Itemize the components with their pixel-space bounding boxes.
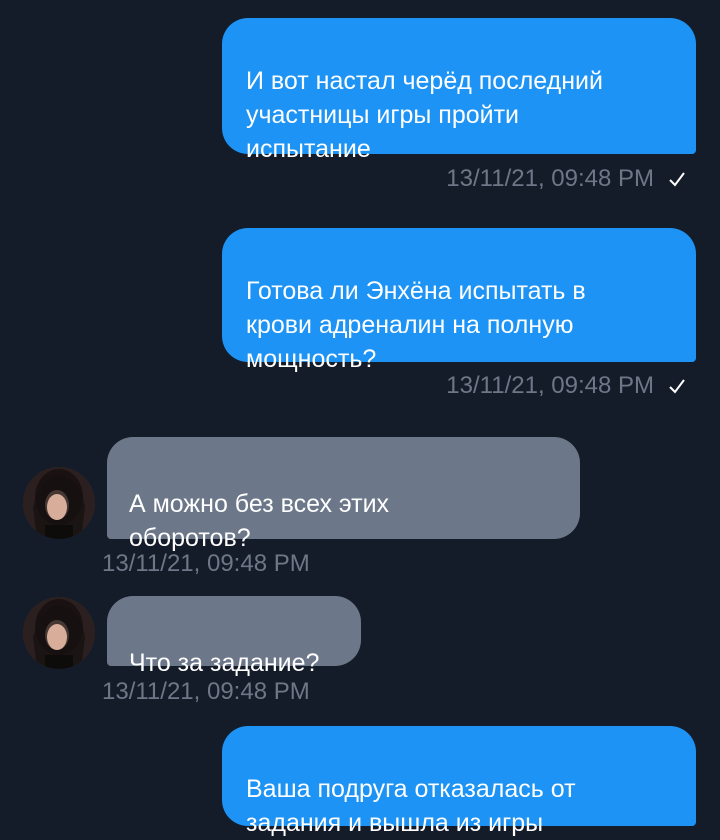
message-meta: 13/11/21, 09:48 PM <box>102 550 310 578</box>
avatar-photo <box>23 597 95 669</box>
message-meta: 13/11/21, 09:48 PM <box>102 678 310 706</box>
message-text: Готова ли Энхёна испытать в крови адрена… <box>246 277 586 373</box>
message-text: Ваша подруга отказалась от задания и выш… <box>246 775 576 837</box>
message-timestamp: 13/11/21, 09:48 PM <box>446 165 654 192</box>
avatar[interactable] <box>23 597 95 669</box>
incoming-message-bubble[interactable]: Что за задание? <box>107 596 361 677</box>
avatar[interactable] <box>23 467 95 539</box>
message-meta: 13/11/21, 09:48 PM <box>446 165 686 193</box>
message-meta: 13/11/21, 09:48 PM <box>446 372 686 400</box>
outgoing-message-bubble[interactable]: И вот настал черёд последний участницы и… <box>222 18 696 163</box>
check-icon <box>669 379 685 394</box>
avatar-photo <box>23 467 95 539</box>
message-timestamp: 13/11/21, 09:48 PM <box>446 372 654 399</box>
incoming-message-bubble[interactable]: А можно без всех этих оборотов? <box>107 437 580 552</box>
chat-thread[interactable]: И вот настал черёд последний участницы и… <box>0 0 720 837</box>
outgoing-message-bubble[interactable]: Готова ли Энхёна испытать в крови адрена… <box>222 228 696 373</box>
message-timestamp: 13/11/21, 09:48 PM <box>102 678 310 705</box>
check-icon <box>669 172 685 187</box>
message-text: А можно без всех этих оборотов? <box>129 490 390 552</box>
message-text: Что за задание? <box>129 649 320 677</box>
message-timestamp: 13/11/21, 09:48 PM <box>102 550 310 577</box>
message-text: И вот настал черёд последний участницы и… <box>246 67 603 163</box>
outgoing-message-bubble[interactable]: Ваша подруга отказалась от задания и выш… <box>222 726 696 837</box>
